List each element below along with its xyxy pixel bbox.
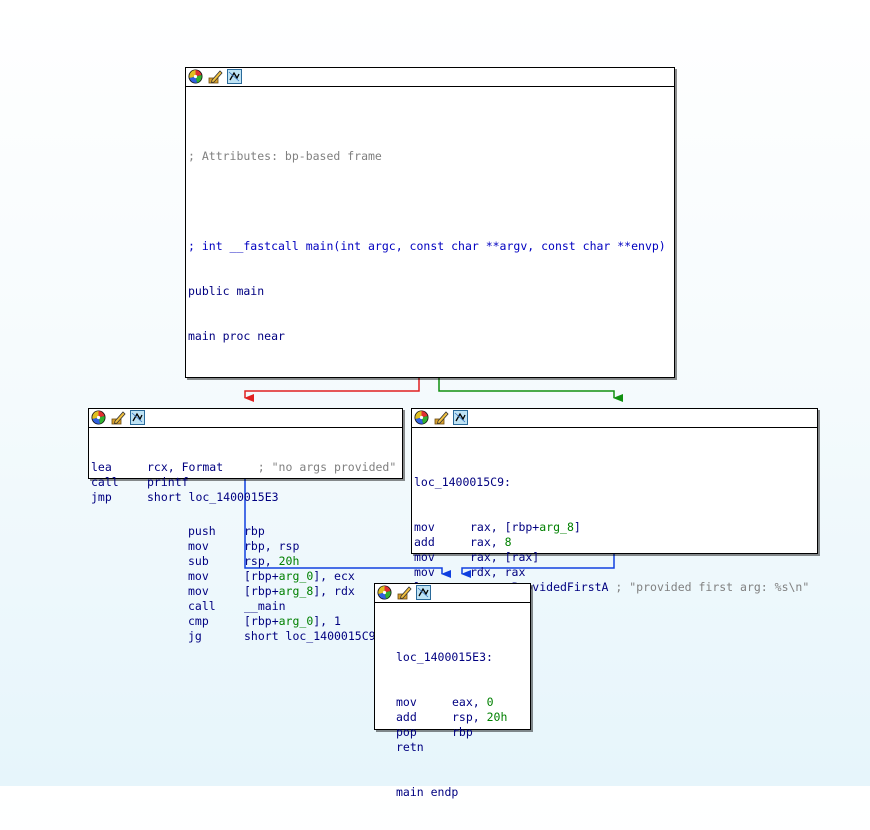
node-epilogue[interactable]: loc_1400015E3: mov eax, 0 add rsp, 20h pop rb… xyxy=(374,583,531,799)
mnemonic: lea xyxy=(91,460,112,474)
mnemonic: sub xyxy=(188,554,209,568)
edit-pencil-icon[interactable] xyxy=(397,585,412,600)
instruction-line[interactable]: mov rax, [rbp+arg_8] xyxy=(414,520,815,535)
operand-suffix: ], ecx xyxy=(313,569,355,583)
operand: short loc_1400015C9 xyxy=(244,629,376,643)
mnemonic: mov xyxy=(188,584,209,598)
operand: [rbp+ xyxy=(244,569,279,583)
operand: rbp xyxy=(452,725,473,739)
operand: rdx, rax xyxy=(470,565,526,579)
operand: rax, xyxy=(470,535,505,549)
operand: rax, [rbp+ xyxy=(470,520,540,534)
operand: rcx, Format xyxy=(147,460,224,474)
operand: rsp, xyxy=(452,710,487,724)
graph-overview-icon[interactable] xyxy=(130,410,145,425)
proc-declaration[interactable]: main proc near xyxy=(188,329,672,344)
mnemonic: mov xyxy=(396,695,417,709)
edit-pencil-icon[interactable] xyxy=(208,69,223,84)
color-palette-icon[interactable] xyxy=(91,410,106,425)
mnemonic: add xyxy=(414,535,435,549)
edit-pencil-icon[interactable] xyxy=(434,410,449,425)
mnemonic: pop xyxy=(396,725,417,739)
mnemonic: mov xyxy=(414,550,435,564)
mnemonic: jg xyxy=(188,629,202,643)
instruction-line[interactable]: mov rax, [rax] xyxy=(414,550,815,565)
mnemonic: mov xyxy=(414,565,435,579)
mnemonic: add xyxy=(396,710,417,724)
node-provided-arg-header xyxy=(412,409,817,428)
operand: rsp, xyxy=(244,554,279,568)
color-palette-icon[interactable] xyxy=(188,69,203,84)
immediate-value: 20h xyxy=(278,554,300,568)
graph-overview-icon[interactable] xyxy=(416,585,431,600)
graph-overview-icon[interactable] xyxy=(453,410,468,425)
instruction-line[interactable]: mov rdx, rax xyxy=(414,565,815,580)
mnemonic: jmp xyxy=(91,490,112,504)
stack-var-ref[interactable]: arg_0 xyxy=(279,614,314,628)
inline-comment: ; "no args provided" xyxy=(223,460,397,474)
mnemonic: mov xyxy=(188,569,209,583)
stack-var-ref[interactable]: arg_8 xyxy=(539,520,574,534)
instruction-line[interactable]: jmp short loc_1400015E3 xyxy=(91,490,400,505)
operand: rax, [rax] xyxy=(470,550,540,564)
mnemonic: cmp xyxy=(188,614,209,628)
instruction-line[interactable]: add rsp, 20h xyxy=(396,710,528,725)
operand-suffix: ], 1 xyxy=(313,614,341,628)
edit-pencil-icon[interactable] xyxy=(111,410,126,425)
mnemonic: retn xyxy=(396,740,424,754)
node-provided-arg[interactable]: loc_1400015C9: mov rax, [rbp+arg_8] add rax… xyxy=(411,408,818,609)
operand-suffix: ], rdx xyxy=(313,584,355,598)
inline-comment: ; "provided first arg: %s\n" xyxy=(608,580,810,594)
stack-var-ref[interactable]: arg_0 xyxy=(279,569,314,583)
operand: eax, xyxy=(452,695,487,709)
function-signature[interactable]: ; int __fastcall main(int argc, const ch… xyxy=(188,239,672,254)
mnemonic: mov xyxy=(414,520,435,534)
immediate-value: 0 xyxy=(486,695,494,709)
operand: [rbp+ xyxy=(244,584,279,598)
comment-attributes: ; Attributes: bp-based frame xyxy=(188,149,382,163)
instruction-line[interactable]: retn xyxy=(396,740,528,755)
graph-overview-icon[interactable] xyxy=(227,69,242,84)
node-no-args-header xyxy=(89,409,402,428)
operand: printf xyxy=(147,475,189,489)
node-main-header xyxy=(186,68,674,87)
public-declaration[interactable]: public main xyxy=(188,284,672,299)
endp-line[interactable]: main endp xyxy=(396,785,528,800)
instruction-line[interactable]: mov eax, 0 xyxy=(396,695,528,710)
operand-suffix: ] xyxy=(573,520,581,534)
operand: __main xyxy=(244,599,286,613)
label-loc-1400015E3[interactable]: loc_1400015E3: xyxy=(396,650,528,665)
immediate-value: 20h xyxy=(486,710,508,724)
node-main[interactable]: ; Attributes: bp-based frame ; int __fas… xyxy=(185,67,675,643)
instruction-line[interactable]: call printf xyxy=(91,475,400,490)
node-no-args[interactable]: lea rcx, Format ; "no args provided" call p… xyxy=(88,408,403,504)
immediate-value: 8 xyxy=(504,535,512,549)
instruction-line[interactable]: pop rbp xyxy=(396,725,528,740)
mnemonic: call xyxy=(91,475,119,489)
instruction-line[interactable]: lea rcx, Format ; "no args provided" xyxy=(91,460,400,475)
stack-var-ref[interactable]: arg_8 xyxy=(279,584,314,598)
node-epilogue-header xyxy=(375,584,530,603)
mnemonic: mov xyxy=(188,539,209,553)
color-palette-icon[interactable] xyxy=(414,410,429,425)
color-palette-icon[interactable] xyxy=(377,585,392,600)
label-loc-1400015C9[interactable]: loc_1400015C9: xyxy=(414,475,815,490)
instruction-line[interactable]: add rax, 8 xyxy=(414,535,815,550)
operand: rbp, rsp xyxy=(244,539,300,553)
operand: [rbp+ xyxy=(244,614,279,628)
operand: short loc_1400015E3 xyxy=(147,490,279,504)
mnemonic: call xyxy=(188,599,216,613)
